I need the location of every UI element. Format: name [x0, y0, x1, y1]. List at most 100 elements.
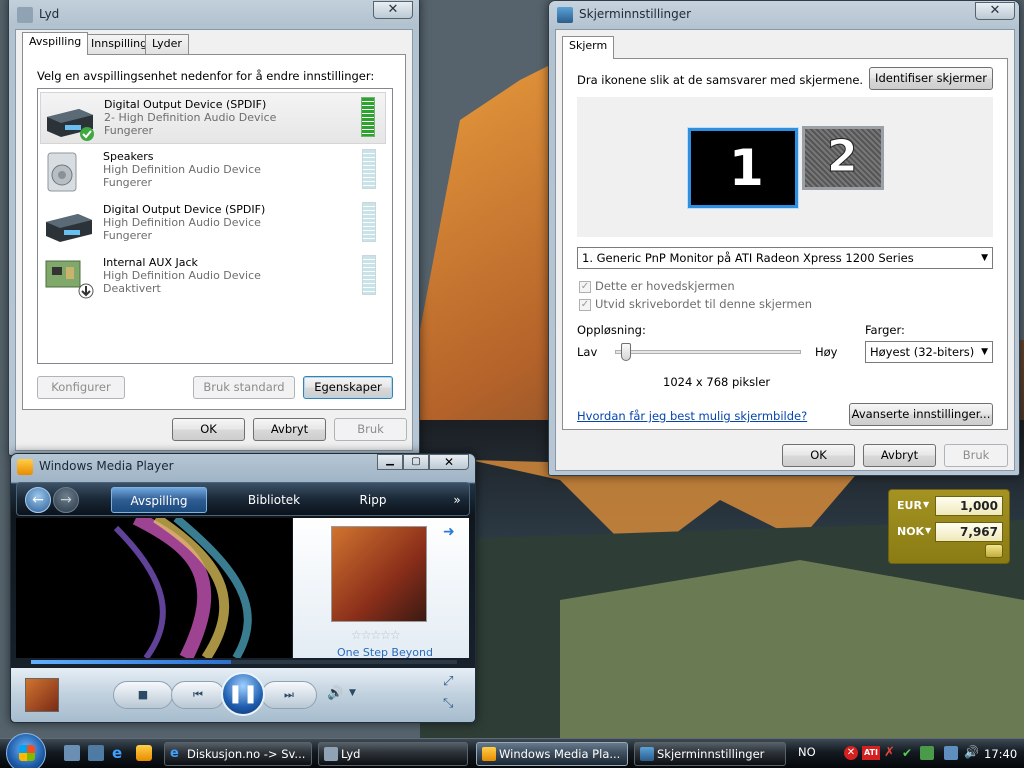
wmp-titlebar[interactable]: Windows Media Player ▁ ▢ ✕ [11, 454, 475, 480]
back-button[interactable]: ← [25, 487, 51, 513]
list-item[interactable]: Digital Output Device (SPDIF) 2- High De… [40, 92, 386, 144]
album-caption[interactable]: One Step Beyond [337, 646, 433, 658]
minimize-icon: ▁ [386, 455, 394, 466]
currency-value[interactable]: 7,967 [935, 522, 1003, 542]
nav-library[interactable]: Bibliotek [229, 487, 319, 513]
monitor-select[interactable]: 1. Generic PnP Monitor på ATI Radeon Xpr… [577, 247, 993, 269]
cancel-button[interactable]: Avbryt [863, 444, 936, 467]
apply-button[interactable]: Bruk [334, 418, 407, 441]
tab-display[interactable]: Skjerm [562, 36, 615, 59]
display-settings-dialog: Skjerminnstillinger ✕ Skjerm Dra ikonene… [548, 0, 1020, 476]
taskbar: e e Diskusjon.no -> Sv... Lyd Windows Me… [0, 733, 1024, 768]
chevron-down-icon[interactable]: ▼ [925, 526, 931, 535]
stop-button[interactable]: ■ [113, 681, 173, 709]
volume-button[interactable]: 🔊 [327, 686, 343, 701]
previous-button[interactable]: ⏮ [171, 681, 225, 709]
chevron-down-icon[interactable]: ▼ [923, 500, 929, 509]
primary-monitor-checkbox[interactable]: ✓ [579, 281, 591, 293]
chevron-down-icon: ▼ [981, 347, 988, 357]
update-icon[interactable] [920, 746, 934, 760]
minimize-button[interactable]: ▁ [377, 454, 403, 470]
close-button[interactable]: ✕ [429, 454, 469, 470]
ok-button[interactable]: OK [172, 418, 245, 441]
taskbar-button-sound[interactable]: Lyd [318, 742, 468, 766]
taskbar-button-label: Diskusjon.no -> Sv... [187, 747, 306, 761]
properties-button[interactable]: Egenskaper [303, 376, 393, 399]
nav-more-button[interactable]: » [447, 487, 467, 513]
volume-icon[interactable]: 🔊 [964, 745, 979, 759]
colors-select-value: Høyest (32-biters) [870, 345, 975, 359]
display-client: Skjerm Dra ikonene slik at de samsvarer … [555, 29, 1015, 471]
taskbar-button-ie[interactable]: e Diskusjon.no -> Sv... [164, 742, 312, 766]
network-warning-icon[interactable]: ✗ [884, 746, 898, 760]
network-icon[interactable] [944, 746, 958, 760]
device-list[interactable]: Digital Output Device (SPDIF) 2- High De… [37, 88, 393, 364]
apply-button[interactable]: Bruk [944, 444, 1008, 467]
sound-title: Lyd [39, 7, 60, 21]
list-item[interactable]: Speakers High Definition Audio Device Fu… [40, 145, 386, 197]
forward-button[interactable]: → [53, 487, 79, 513]
list-item[interactable]: Internal AUX Jack High Definition Audio … [40, 251, 386, 303]
internet-explorer-icon[interactable]: e [112, 745, 128, 761]
primary-monitor-label: Dette er hovedskjermen [595, 279, 735, 293]
switch-windows-icon[interactable] [88, 745, 104, 761]
currency-code[interactable]: NOK [897, 525, 924, 538]
monitor-2[interactable]: 2 [802, 126, 884, 190]
playback-instruction: Velg en avspillingsenhet nedenfor for å … [37, 69, 375, 83]
shield-icon[interactable]: ✔ [902, 746, 916, 760]
set-default-button[interactable]: Bruk standard [193, 376, 295, 399]
switch-to-compact-button[interactable]: ⤡ [443, 696, 453, 711]
taskbar-button-display[interactable]: Skjerminnstillinger [634, 742, 786, 766]
tab-recording[interactable]: Innspilling [84, 34, 155, 54]
identify-monitors-button[interactable]: Identifiser skjermer [869, 67, 993, 90]
security-alert-icon[interactable]: ✕ [844, 746, 858, 760]
close-button[interactable]: ✕ [373, 1, 413, 19]
resolution-slider-track[interactable] [615, 343, 801, 361]
album-art[interactable] [331, 526, 427, 622]
help-link[interactable]: Hvordan får jeg best mulig skjermbilde? [577, 409, 807, 423]
list-item[interactable]: Digital Output Device (SPDIF) High Defin… [40, 198, 386, 250]
sound-titlebar[interactable]: Lyd ✕ [9, 0, 419, 23]
show-desktop-icon[interactable] [64, 745, 80, 761]
clock[interactable]: 17:40 [984, 747, 1017, 761]
monitor-1-number: 1 [729, 139, 764, 197]
wmp-controls: ■ ⏮ ⏭ ❚❚ 🔊 ▼ ⤢ ⤡ [11, 668, 475, 722]
resolution-slider-thumb[interactable] [621, 343, 632, 361]
next-arrow-icon[interactable]: ➜ [443, 524, 455, 540]
nav-rip[interactable]: Ripp [343, 487, 403, 513]
start-button[interactable] [6, 733, 46, 768]
next-button[interactable]: ⏭ [261, 681, 317, 709]
display-panel: Dra ikonene slik at de samsvarer med skj… [562, 58, 1008, 430]
tab-playback[interactable]: Avspilling [22, 32, 89, 55]
advanced-settings-button[interactable]: Avanserte innstillinger... [849, 403, 993, 426]
colors-select[interactable]: Høyest (32-biters) ▼ [865, 341, 993, 363]
maximize-button[interactable]: ▢ [403, 454, 429, 470]
monitor-1[interactable]: 1 [688, 128, 798, 208]
pause-button[interactable]: ❚❚ [221, 672, 265, 716]
currency-code[interactable]: EUR [897, 499, 922, 512]
switch-to-full-button[interactable]: ⤢ [443, 674, 453, 689]
volume-dropdown[interactable]: ▼ [349, 688, 356, 698]
extend-desktop-checkbox[interactable]: ✓ [579, 299, 591, 311]
currency-value[interactable]: 1,000 [935, 496, 1003, 516]
ati-icon[interactable]: ATI [862, 746, 880, 760]
close-icon: ✕ [989, 3, 1001, 18]
now-playing-thumbnail[interactable] [25, 678, 59, 712]
tab-sounds[interactable]: Lyder [145, 34, 189, 54]
chip-card-icon [985, 544, 1003, 558]
rating-stars[interactable]: ☆☆☆☆☆ [351, 628, 401, 642]
seek-bar[interactable] [31, 660, 457, 664]
device-name: Digital Output Device (SPDIF) [104, 98, 267, 111]
display-titlebar[interactable]: Skjerminnstillinger ✕ [549, 1, 1019, 29]
resolution-high-label: Høy [815, 345, 838, 359]
close-button[interactable]: ✕ [975, 2, 1015, 20]
windows-logo-icon [19, 745, 35, 761]
configure-button[interactable]: Konfigurer [37, 376, 125, 399]
language-indicator[interactable]: NO [798, 745, 816, 759]
nav-now-playing[interactable]: Avspilling [111, 487, 207, 513]
ok-button[interactable]: OK [782, 444, 855, 467]
maximize-icon: ▢ [411, 456, 421, 467]
cancel-button[interactable]: Avbryt [253, 418, 326, 441]
taskbar-button-wmp[interactable]: Windows Media Pla... [476, 742, 628, 766]
media-player-icon[interactable] [136, 745, 152, 761]
